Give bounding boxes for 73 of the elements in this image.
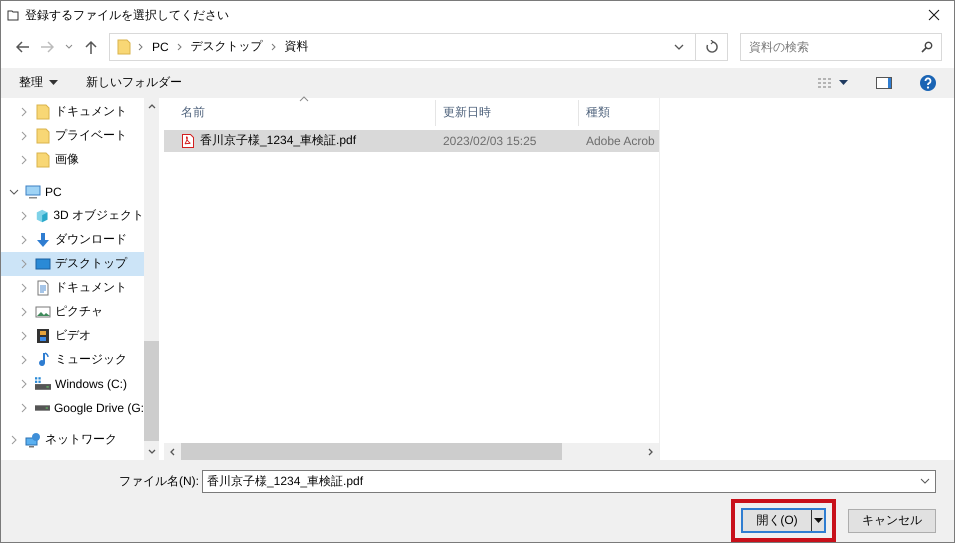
cancel-button[interactable]: キャンセル [848,508,936,532]
search-icon[interactable] [921,40,933,53]
sidebar-item[interactable]: ビデオ [1,324,144,348]
pane-icon [876,76,892,89]
new-folder-button[interactable]: 新しいフォルダー [78,71,190,94]
sidebar-item[interactable]: ピクチャ [1,300,144,324]
sidebar-item[interactable]: PC [1,180,144,204]
chevron-down-icon [674,44,684,50]
sidebar-item[interactable]: デスクトップ [1,252,144,276]
table-cell-text: Adobe Acrob [585,134,656,148]
drive-icon [35,404,50,411]
drive-icon [35,377,51,390]
picture-icon [35,304,51,320]
caret-icon [839,80,848,86]
chevron-right-icon [648,448,653,456]
chevron-right-icon [176,42,183,51]
document-icon [35,280,51,296]
open-button[interactable]: 開く(O) [741,508,826,533]
column-header[interactable]: 更新日時 [436,100,579,126]
monitor-icon [35,256,51,272]
pdf-icon [182,134,194,148]
network-icon [25,432,41,448]
table-cell-text: 2023/02/03 15:25 [442,134,538,148]
search-field[interactable]: 資料の検索 [740,32,942,61]
breadcrumb[interactable]: 資料 [282,38,311,56]
cube-icon [35,208,50,224]
down-arrow-icon [35,232,51,248]
folder-icon [35,128,51,144]
column-header[interactable]: 名前 [164,100,436,126]
breadcrumb[interactable]: デスクトップ [188,38,265,56]
sidebar-item[interactable]: 3D オブジェクト [1,204,144,228]
sidebar-item[interactable]: Windows (C:) [1,372,144,396]
scrollbar[interactable] [164,443,659,460]
sidebar-item[interactable]: Google Drive (G: [1,396,144,420]
list-view-icon [817,78,833,88]
folder-icon [7,9,19,22]
window-title: 登録するファイルを選択してください [25,6,230,24]
left-arrow-icon [16,40,30,53]
chevron-down-icon [65,44,73,50]
column-header[interactable]: 種類 [579,100,659,126]
sidebar-item[interactable]: ドキュメント [1,276,144,300]
chevron-up-icon [148,104,156,109]
organize-button[interactable]: 整理 [11,71,66,94]
chevron-down-icon[interactable] [920,478,930,484]
sidebar-item[interactable]: ドキュメント [1,100,144,124]
caret-icon [814,518,822,523]
chevron-left-icon [170,448,175,456]
up-arrow-icon [85,40,97,54]
address-bar[interactable]: PC デスクトップ 資料 [109,32,728,61]
chevron-right-icon [270,42,277,51]
folder-icon [35,152,51,168]
monitor-icon [25,184,41,200]
sidebar-item[interactable]: 画像 [1,148,144,172]
caret-icon [49,80,58,86]
breadcrumb[interactable]: PC [150,40,171,54]
right-arrow-icon [40,40,54,53]
close-icon [928,9,940,22]
file-name-field[interactable]: 香川京子様_1234_車検証.pdf [202,470,936,493]
file-name: 香川京子様_1234_車検証.pdf [200,132,356,150]
file-name-label: ファイル名(N): [119,473,199,490]
refresh-icon [704,40,718,54]
sidebar-item[interactable]: プライベート [1,124,144,148]
help-icon [920,74,936,91]
chevron-right-icon [138,42,144,51]
chevron-down-icon [148,449,156,454]
folder-icon [116,38,132,55]
folder-icon [35,104,51,120]
sidebar-item[interactable]: ミュージック [1,348,144,372]
sidebar-item[interactable]: ネットワーク [1,428,144,452]
sort-icon [299,96,309,102]
sidebar-item[interactable]: ダウンロード [1,228,144,252]
film-icon [35,328,51,344]
file-row[interactable]: 香川京子様_1234_車検証.pdf 2023/02/03 15:25 Adobe Acrob [164,130,659,152]
